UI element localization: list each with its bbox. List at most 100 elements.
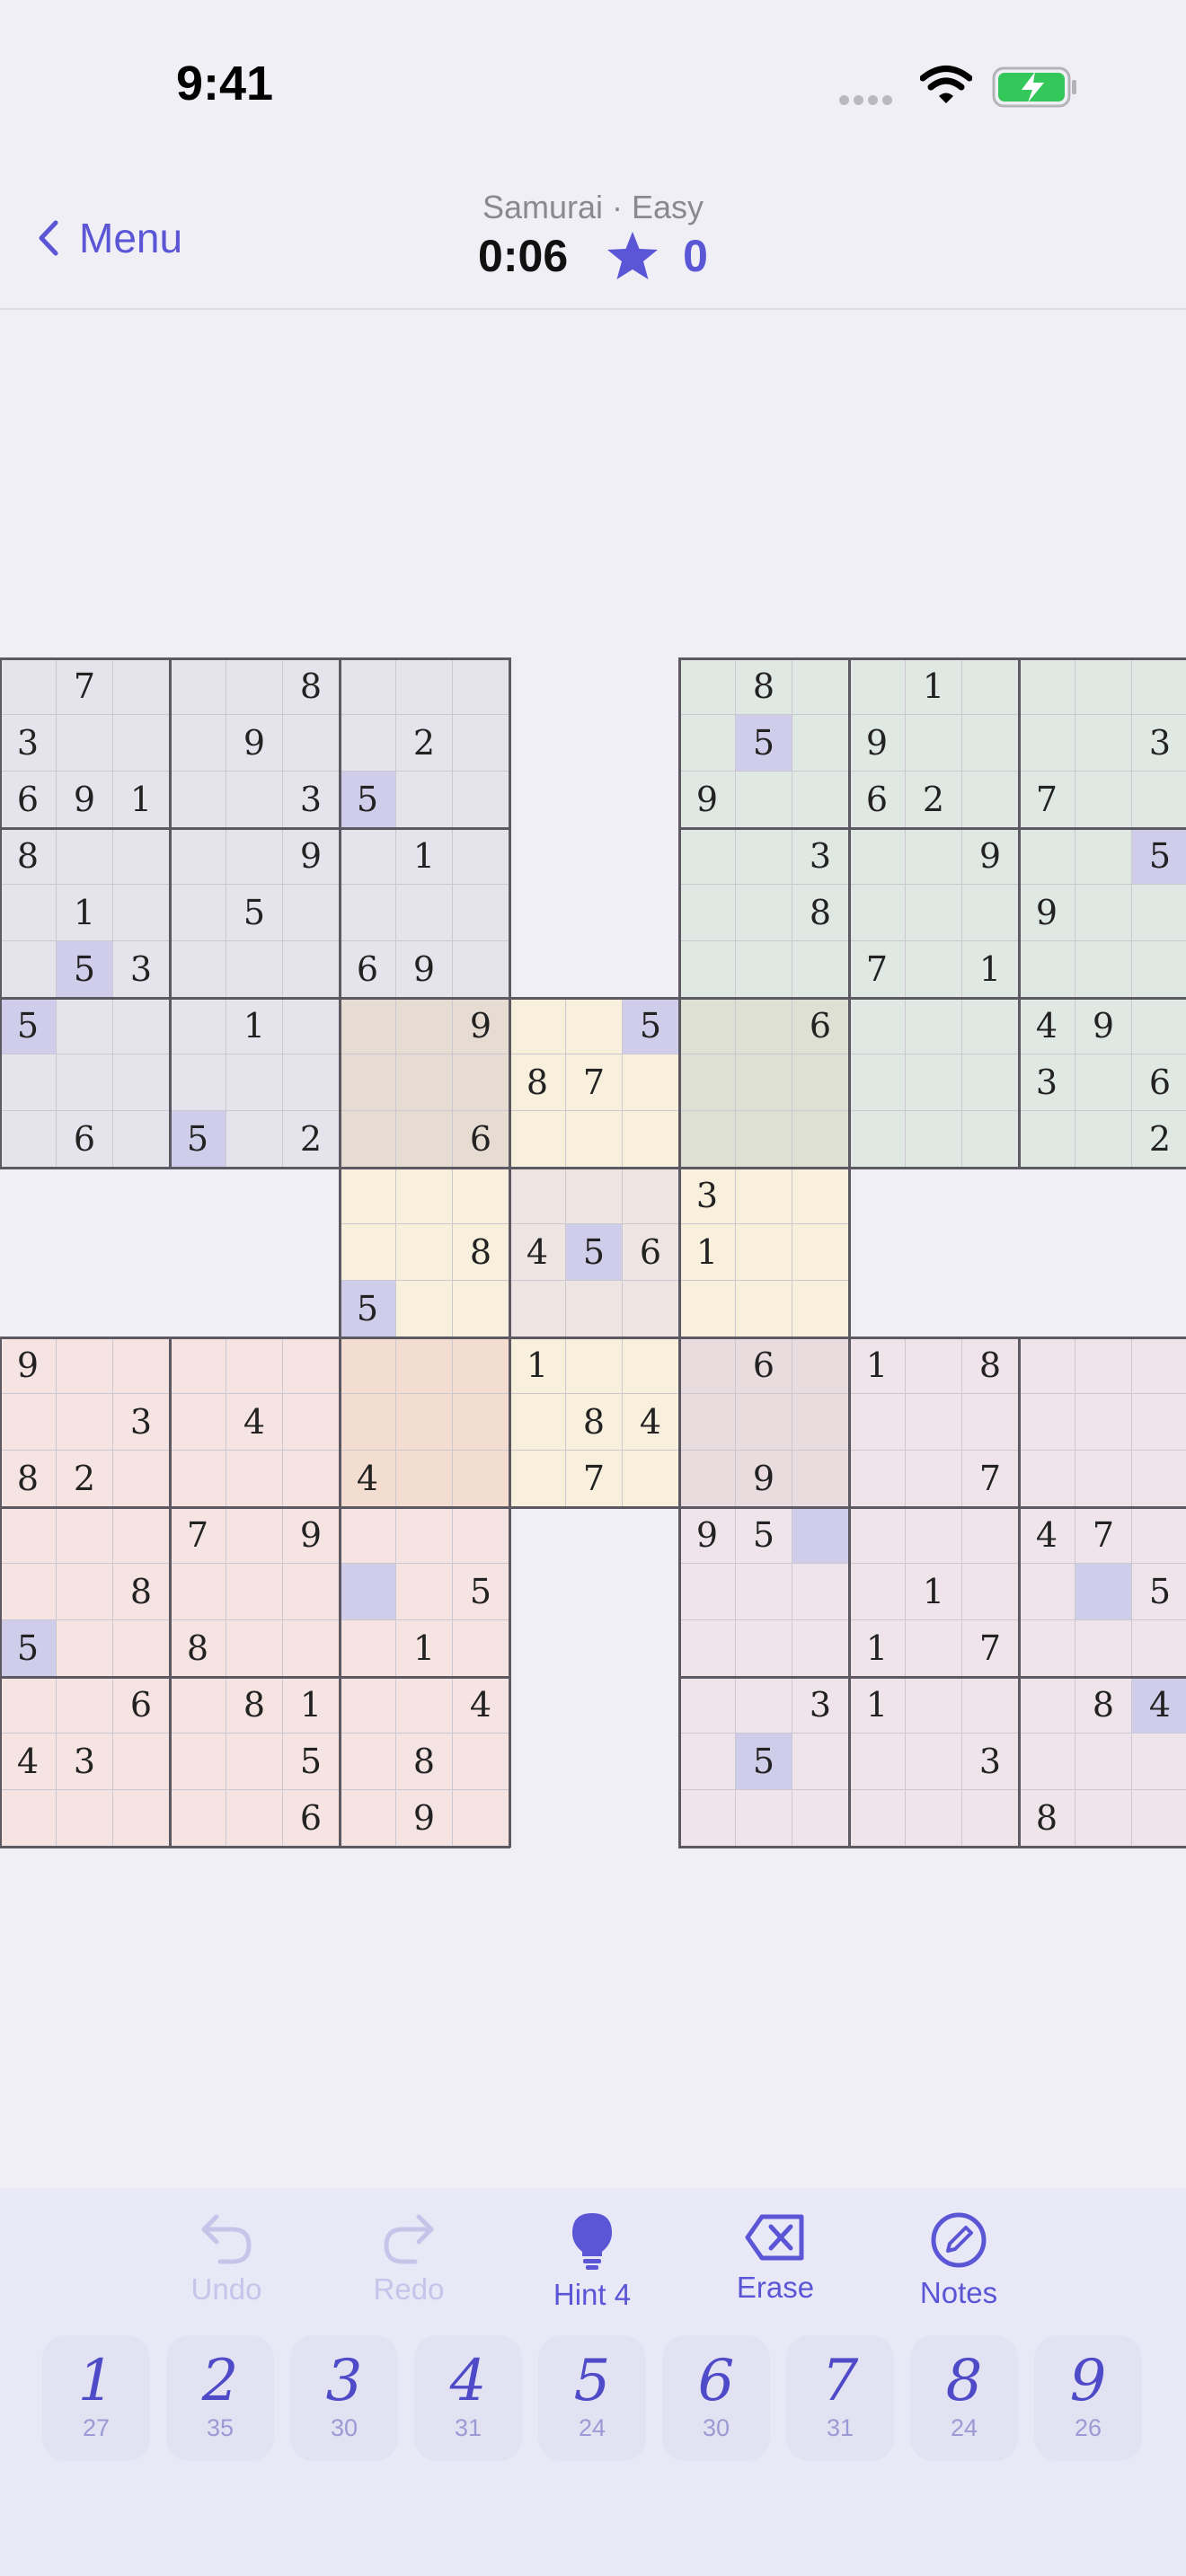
board-cell[interactable] — [906, 1394, 962, 1451]
board-cell[interactable] — [906, 998, 962, 1054]
board-cell[interactable] — [1132, 1507, 1186, 1564]
board-cell[interactable] — [113, 1790, 170, 1847]
board-cell[interactable] — [340, 1620, 396, 1677]
board-cell[interactable]: 9 — [283, 1507, 340, 1564]
board-cell[interactable]: 9 — [283, 828, 340, 885]
board-cell[interactable] — [283, 885, 340, 941]
board-cell[interactable] — [340, 1224, 396, 1281]
board-cell[interactable] — [396, 1451, 453, 1507]
board-cell[interactable] — [1019, 1337, 1075, 1394]
number-key-4[interactable]: 4 31 — [414, 2335, 522, 2461]
board-cell[interactable]: 1 — [226, 998, 283, 1054]
board-cell[interactable] — [962, 658, 1019, 715]
board-cell[interactable] — [0, 885, 57, 941]
board-cell[interactable]: 5 — [1132, 1564, 1186, 1620]
board-cell[interactable] — [736, 1677, 792, 1734]
board-cell[interactable]: 5 — [736, 1507, 792, 1564]
board-cell[interactable] — [1132, 658, 1186, 715]
board-cell[interactable]: 1 — [113, 772, 170, 828]
board-cell[interactable]: 4 — [0, 1734, 57, 1790]
board-cell[interactable] — [1075, 772, 1132, 828]
board-cell[interactable] — [849, 1451, 906, 1507]
number-key-9[interactable]: 9 26 — [1034, 2335, 1142, 2461]
board-cell[interactable]: 4 — [453, 1677, 509, 1734]
board-cell[interactable]: 8 — [1019, 1790, 1075, 1847]
number-key-8[interactable]: 8 24 — [910, 2335, 1018, 2461]
board-cell[interactable]: 6 — [57, 1111, 113, 1168]
board-cell[interactable] — [736, 1564, 792, 1620]
board-cell[interactable]: 7 — [849, 941, 906, 998]
number-key-6[interactable]: 6 30 — [662, 2335, 770, 2461]
board-cell[interactable] — [509, 1281, 566, 1337]
board-cell[interactable] — [736, 1790, 792, 1847]
board-cell[interactable] — [679, 715, 736, 772]
board-cell[interactable]: 7 — [170, 1507, 226, 1564]
board-cell[interactable] — [396, 1677, 453, 1734]
board-cell[interactable] — [736, 1168, 792, 1224]
board-cell[interactable] — [453, 1168, 509, 1224]
board-cell[interactable] — [283, 715, 340, 772]
board-cell[interactable] — [396, 1507, 453, 1564]
board-cell[interactable]: 5 — [0, 1620, 57, 1677]
board-cell[interactable] — [736, 1111, 792, 1168]
board-cell[interactable] — [792, 1507, 849, 1564]
board-cell[interactable] — [1019, 1111, 1075, 1168]
board-cell[interactable] — [1075, 1337, 1132, 1394]
board-cell[interactable]: 3 — [57, 1734, 113, 1790]
board-cell[interactable] — [566, 998, 623, 1054]
board-cell[interactable] — [849, 1054, 906, 1111]
board-cell[interactable] — [226, 1564, 283, 1620]
board-cell[interactable]: 6 — [0, 772, 57, 828]
board-cell[interactable]: 9 — [679, 1507, 736, 1564]
board-cell[interactable] — [849, 658, 906, 715]
board-cell[interactable] — [283, 1337, 340, 1394]
board-cell[interactable] — [736, 772, 792, 828]
board-cell[interactable] — [340, 1677, 396, 1734]
board-cell[interactable]: 7 — [566, 1451, 623, 1507]
board-cell[interactable] — [113, 885, 170, 941]
board-cell[interactable] — [113, 1620, 170, 1677]
board-cell[interactable]: 5 — [340, 1281, 396, 1337]
board-cell[interactable]: 9 — [57, 772, 113, 828]
board-cell[interactable] — [792, 1620, 849, 1677]
board-cell[interactable] — [962, 1054, 1019, 1111]
board-cell[interactable] — [906, 828, 962, 885]
board-cell[interactable] — [736, 998, 792, 1054]
board-cell[interactable] — [57, 715, 113, 772]
board-cell[interactable] — [962, 715, 1019, 772]
board-cell[interactable]: 9 — [396, 1790, 453, 1847]
board-cell[interactable] — [792, 1394, 849, 1451]
board-cell[interactable] — [57, 1507, 113, 1564]
board-cell[interactable]: 3 — [679, 1168, 736, 1224]
board-cell[interactable]: 6 — [113, 1677, 170, 1734]
board-cell[interactable] — [170, 828, 226, 885]
board-cell[interactable] — [57, 1677, 113, 1734]
number-key-7[interactable]: 7 31 — [786, 2335, 894, 2461]
board-cell[interactable] — [1019, 658, 1075, 715]
board-cell[interactable]: 3 — [792, 828, 849, 885]
board-cell[interactable] — [849, 828, 906, 885]
board-cell[interactable] — [566, 1337, 623, 1394]
board-cell[interactable] — [340, 1734, 396, 1790]
board-cell[interactable] — [566, 1168, 623, 1224]
board-cell[interactable] — [566, 1281, 623, 1337]
board-cell[interactable]: 4 — [226, 1394, 283, 1451]
board-cell[interactable] — [849, 1111, 906, 1168]
board-cell[interactable] — [962, 1564, 1019, 1620]
board-cell[interactable] — [170, 1337, 226, 1394]
board-cell[interactable]: 6 — [736, 1337, 792, 1394]
board-cell[interactable] — [226, 1451, 283, 1507]
board-cell[interactable]: 8 — [453, 1224, 509, 1281]
board-cell[interactable] — [679, 1677, 736, 1734]
board-cell[interactable] — [0, 1677, 57, 1734]
board-cell[interactable] — [1075, 885, 1132, 941]
board-cell[interactable]: 2 — [906, 772, 962, 828]
board-cell[interactable] — [736, 828, 792, 885]
board-cell[interactable] — [906, 885, 962, 941]
board-cell[interactable] — [849, 1790, 906, 1847]
board-cell[interactable] — [792, 772, 849, 828]
board-cell[interactable] — [623, 1054, 679, 1111]
board-cell[interactable] — [170, 1734, 226, 1790]
board-cell[interactable]: 3 — [283, 772, 340, 828]
board-cell[interactable] — [1132, 1451, 1186, 1507]
